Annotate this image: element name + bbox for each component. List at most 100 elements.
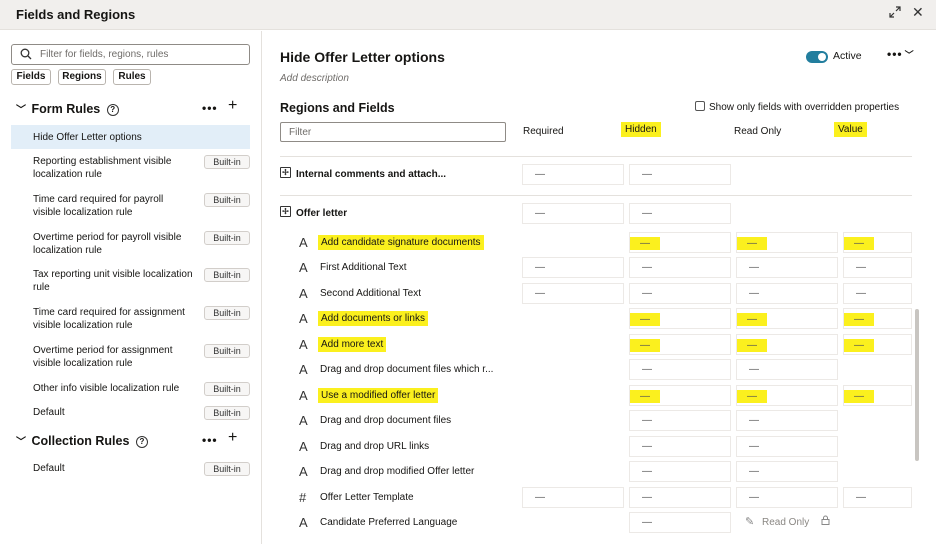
field-row[interactable]: A Drag and drop document files which r..…: [280, 358, 912, 383]
chip-rules[interactable]: Rules: [113, 69, 151, 85]
chip-regions[interactable]: Regions: [58, 69, 106, 85]
region-icon: ✢: [280, 167, 291, 178]
read-only-cell[interactable]: —: [736, 436, 838, 457]
hidden-cell[interactable]: —: [629, 359, 731, 380]
form-rules-header[interactable]: ﹀ Form Rules ?: [16, 101, 119, 119]
region-row[interactable]: ✢ Internal comments and attach... — —: [280, 163, 912, 188]
value-cell[interactable]: —: [843, 283, 912, 304]
column-required: Required: [523, 126, 564, 137]
form-rules-title: Form Rules: [31, 102, 101, 116]
help-icon[interactable]: ?: [106, 104, 119, 116]
hidden-cell[interactable]: —: [629, 410, 731, 431]
read-only-cell[interactable]: —: [736, 487, 838, 508]
help-icon[interactable]: ?: [135, 436, 148, 448]
rule-actions-button[interactable]: ••• ﹀: [887, 47, 915, 61]
column-hidden: Hidden: [621, 122, 661, 137]
collection-rules-header[interactable]: ﹀ Collection Rules ?: [16, 433, 148, 451]
read-only-cell[interactable]: —: [736, 461, 838, 482]
hidden-cell[interactable]: —: [629, 283, 731, 304]
required-cell[interactable]: —: [522, 164, 624, 185]
add-description-link[interactable]: Add description: [280, 73, 349, 84]
fields-filter-field[interactable]: [280, 122, 506, 142]
filter-input[interactable]: [281, 123, 505, 141]
expand-icon[interactable]: [889, 6, 903, 20]
form-rules-more-button[interactable]: •••: [202, 101, 218, 115]
dialog-title: Fields and Regions: [16, 7, 136, 22]
chip-fields[interactable]: Fields: [11, 69, 51, 85]
text-field-icon: A: [299, 337, 308, 352]
field-row[interactable]: A Second Additional Text — — — —: [280, 282, 912, 307]
read-only-cell[interactable]: —: [736, 308, 838, 329]
rule-item[interactable]: Tax reporting unit visible localization …: [11, 268, 250, 296]
hidden-cell[interactable]: —: [629, 232, 731, 253]
value-cell[interactable]: —: [843, 334, 912, 355]
hidden-cell[interactable]: —: [629, 385, 731, 406]
read-only-cell[interactable]: —: [736, 283, 838, 304]
hidden-cell[interactable]: —: [629, 203, 731, 224]
rule-item[interactable]: Other info visible localization rule Bui…: [11, 382, 250, 398]
hidden-cell[interactable]: —: [629, 308, 731, 329]
field-row[interactable]: A Drag and drop document files — —: [280, 409, 912, 434]
field-row[interactable]: A Drag and drop modified Offer letter — …: [280, 460, 912, 485]
hidden-cell[interactable]: —: [629, 257, 731, 278]
rules-search-field[interactable]: [11, 44, 250, 65]
built-in-badge: Built-in: [204, 155, 250, 169]
close-icon[interactable]: ✕: [912, 4, 924, 21]
rule-item[interactable]: Overtime period for assignment visible l…: [11, 344, 250, 372]
chevron-down-icon: ﹀: [904, 50, 915, 60]
hidden-cell[interactable]: —: [629, 334, 731, 355]
add-form-rule-button[interactable]: +: [228, 97, 237, 115]
scrollbar[interactable]: [915, 309, 919, 461]
required-cell[interactable]: —: [522, 283, 624, 304]
rule-item[interactable]: Hide Offer Letter options: [11, 125, 250, 149]
hidden-cell[interactable]: —: [629, 487, 731, 508]
show-overridden-checkbox[interactable]: Show only fields with overridden propert…: [695, 101, 899, 113]
active-label: Active: [833, 50, 862, 62]
hidden-cell[interactable]: —: [629, 512, 731, 533]
rule-item[interactable]: Overtime period for payroll visible loca…: [11, 231, 250, 259]
read-only-cell[interactable]: —: [736, 334, 838, 355]
field-row[interactable]: A First Additional Text — — — —: [280, 256, 912, 281]
required-cell[interactable]: —: [522, 487, 624, 508]
read-only-cell[interactable]: —: [736, 257, 838, 278]
field-row[interactable]: A Candidate Preferred Language — ✎ Read …: [280, 511, 912, 536]
read-only-cell[interactable]: —: [736, 385, 838, 406]
field-row[interactable]: A Use a modified offer letter — — —: [280, 384, 912, 409]
field-row[interactable]: A Drag and drop URL links — —: [280, 435, 912, 460]
chevron-down-icon[interactable]: ﹀: [16, 101, 28, 116]
read-only-cell[interactable]: —: [736, 359, 838, 380]
active-toggle[interactable]: [806, 51, 828, 63]
value-cell[interactable]: —: [843, 308, 912, 329]
hidden-cell[interactable]: —: [629, 461, 731, 482]
rule-item[interactable]: Time card required for payroll visible l…: [11, 193, 250, 221]
field-row[interactable]: A Add candidate signature documents — — …: [280, 231, 912, 256]
required-cell[interactable]: —: [522, 257, 624, 278]
field-row[interactable]: # Offer Letter Template — — — —: [280, 486, 912, 511]
column-value: Value: [834, 122, 867, 137]
add-collection-rule-button[interactable]: +: [228, 429, 237, 447]
text-field-icon: A: [299, 286, 308, 301]
value-cell[interactable]: —: [843, 232, 912, 253]
read-only-cell[interactable]: —: [736, 232, 838, 253]
search-input[interactable]: [40, 47, 240, 62]
field-row[interactable]: A Add more text — — —: [280, 333, 912, 358]
region-row[interactable]: ✢ Offer letter — —: [280, 202, 912, 227]
rule-item[interactable]: Time card required for assignment visibl…: [11, 306, 250, 334]
value-cell[interactable]: —: [843, 487, 912, 508]
built-in-badge: Built-in: [204, 462, 250, 476]
value-cell[interactable]: —: [843, 385, 912, 406]
value-cell[interactable]: —: [843, 257, 912, 278]
rule-item[interactable]: Reporting establishment visible localiza…: [11, 155, 250, 183]
rule-title: Hide Offer Letter options: [280, 49, 445, 65]
field-row[interactable]: A Add documents or links — — —: [280, 307, 912, 332]
checkbox-icon[interactable]: [695, 101, 705, 111]
required-cell[interactable]: —: [522, 203, 624, 224]
rule-item[interactable]: Default Built-in: [11, 462, 250, 478]
chevron-down-icon[interactable]: ﹀: [16, 433, 28, 448]
rule-item[interactable]: Default Built-in: [11, 406, 250, 422]
hidden-cell[interactable]: —: [629, 436, 731, 457]
text-field-icon: A: [299, 235, 308, 250]
read-only-cell[interactable]: —: [736, 410, 838, 431]
collection-rules-more-button[interactable]: •••: [202, 433, 218, 447]
hidden-cell[interactable]: —: [629, 164, 731, 185]
